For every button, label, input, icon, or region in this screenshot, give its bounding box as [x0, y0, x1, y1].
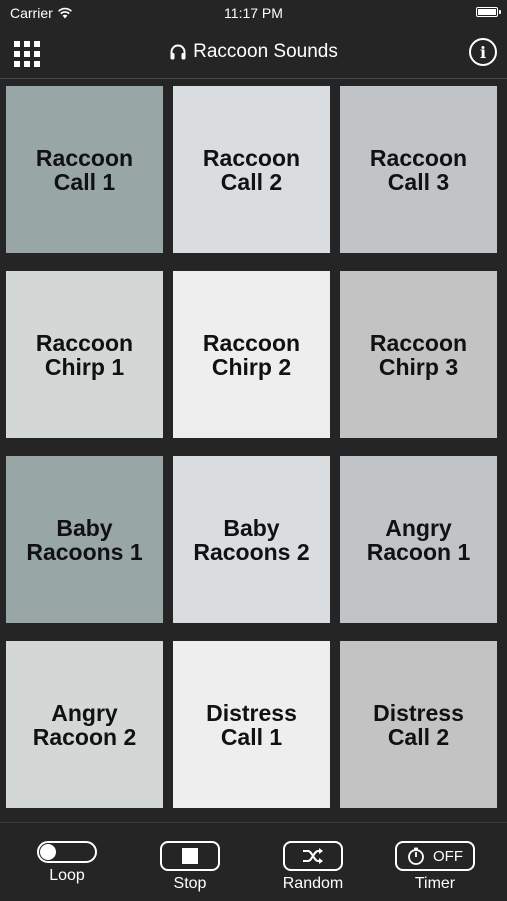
timer-icon-frame[interactable]: OFF [395, 841, 475, 871]
sound-pad-button[interactable]: Baby Racoons 2 [173, 456, 330, 623]
random-icon-frame[interactable] [283, 841, 343, 871]
stop-icon [182, 848, 198, 864]
nav-bar: Raccoon Sounds i [0, 28, 507, 79]
sound-pad-button[interactable]: Distress Call 1 [173, 641, 330, 808]
bottom-toolbar: Loop Stop Random OFF Timer [0, 822, 507, 901]
timer-value: OFF [433, 847, 463, 865]
page-title-text: Raccoon Sounds [193, 41, 338, 62]
sound-pad-button[interactable]: Distress Call 2 [340, 641, 497, 808]
status-time: 11:17 PM [224, 5, 283, 21]
shuffle-icon [303, 848, 323, 864]
sound-pad-button[interactable]: Angry Racoon 1 [340, 456, 497, 623]
sound-pad-grid: Raccoon Call 1 Raccoon Call 2 Raccoon Call… [6, 86, 497, 808]
headphones-icon [170, 44, 186, 60]
timer-icon [408, 847, 424, 865]
stop-button[interactable]: Stop [135, 823, 245, 893]
info-icon: i [479, 42, 487, 62]
sound-pad-button[interactable]: Raccoon Call 1 [6, 86, 163, 253]
sound-pad-button[interactable]: Raccoon Chirp 2 [173, 271, 330, 438]
random-label: Random [282, 875, 344, 892]
sound-pad-button[interactable]: Raccoon Chirp 3 [340, 271, 497, 438]
timer-button[interactable]: OFF Timer [380, 823, 490, 893]
toggle-knob [40, 844, 56, 860]
status-bar: Carrier 11:17 PM [0, 0, 507, 28]
sound-pad-button[interactable]: Raccoon Call 2 [173, 86, 330, 253]
stop-icon-frame[interactable] [160, 841, 220, 871]
sound-pad-button[interactable]: Angry Racoon 2 [6, 641, 163, 808]
random-button[interactable]: Random [258, 823, 368, 893]
sound-pad-button[interactable]: Baby Racoons 1 [6, 456, 163, 623]
sound-pad-button[interactable]: Raccoon Call 3 [340, 86, 497, 253]
stop-label: Stop [173, 875, 207, 892]
page-title: Raccoon Sounds [0, 41, 507, 63]
sound-pad-button[interactable]: Raccoon Chirp 1 [6, 271, 163, 438]
timer-label: Timer [414, 875, 456, 892]
loop-switch[interactable] [37, 841, 97, 863]
battery-icon [476, 7, 501, 17]
loop-toggle[interactable]: Loop [12, 823, 122, 885]
info-button[interactable]: i [469, 38, 497, 66]
loop-label: Loop [49, 867, 85, 884]
